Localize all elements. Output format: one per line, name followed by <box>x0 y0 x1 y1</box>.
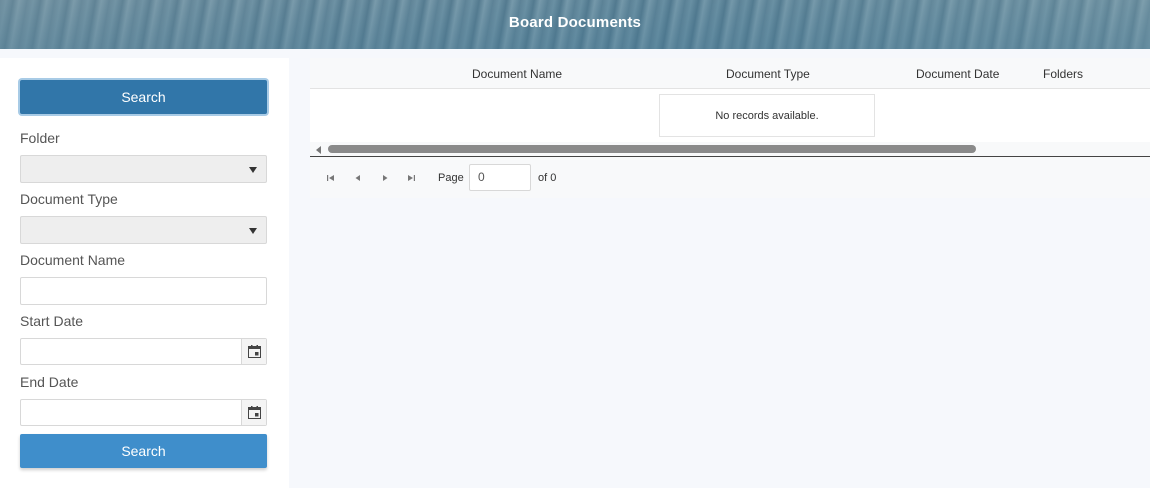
page-label: Page <box>438 172 464 184</box>
last-page-icon <box>408 175 415 181</box>
document-type-select[interactable] <box>20 216 267 244</box>
no-records-message: No records available. <box>659 94 875 137</box>
page-number-input[interactable]: 0 <box>469 164 531 191</box>
chevron-down-icon <box>249 167 257 173</box>
pager: Page 0 of 0 <box>310 158 1150 198</box>
last-page-button[interactable] <box>406 173 416 183</box>
end-date-picker-button[interactable] <box>241 400 266 425</box>
start-date-input[interactable] <box>20 338 267 365</box>
folder-select[interactable] <box>20 155 267 183</box>
folder-label: Folder <box>20 130 60 146</box>
grid-header: Document Name Document Type Document Dat… <box>310 58 1150 89</box>
start-date-picker-button[interactable] <box>241 339 266 364</box>
first-page-icon <box>327 175 334 181</box>
search-button-top[interactable]: Search <box>20 80 267 114</box>
page-total-label: of 0 <box>538 172 557 184</box>
scrollbar-thumb[interactable] <box>328 145 976 153</box>
previous-page-icon <box>355 175 360 181</box>
page-title: Board Documents <box>508 14 642 31</box>
start-date-label: Start Date <box>20 313 84 329</box>
column-header-document-name[interactable]: Document Name <box>472 67 562 81</box>
next-page-button[interactable] <box>380 173 390 183</box>
document-name-input[interactable] <box>20 277 267 305</box>
document-type-label: Document Type <box>20 191 118 207</box>
filter-panel: Search Folder Document Type Document Nam… <box>0 58 289 488</box>
column-header-document-date[interactable]: Document Date <box>916 67 999 81</box>
horizontal-scrollbar[interactable] <box>310 142 1150 157</box>
header-banner: Board Documents <box>0 0 1150 49</box>
end-date-input[interactable] <box>20 399 267 426</box>
next-page-icon <box>383 175 388 181</box>
document-name-label: Document Name <box>20 252 126 268</box>
end-date-label: End Date <box>20 374 79 390</box>
search-button-bottom[interactable]: Search <box>20 434 267 468</box>
column-header-folders[interactable]: Folders <box>1043 67 1083 81</box>
chevron-down-icon <box>249 228 257 234</box>
grid-body: No records available. <box>310 89 1150 142</box>
documents-grid: Document Name Document Type Document Dat… <box>310 58 1150 198</box>
scroll-left-arrow-icon[interactable] <box>316 146 321 154</box>
column-header-document-type[interactable]: Document Type <box>726 67 810 81</box>
calendar-icon <box>248 345 261 358</box>
previous-page-button[interactable] <box>353 173 363 183</box>
first-page-button[interactable] <box>326 173 336 183</box>
calendar-icon <box>248 406 261 419</box>
